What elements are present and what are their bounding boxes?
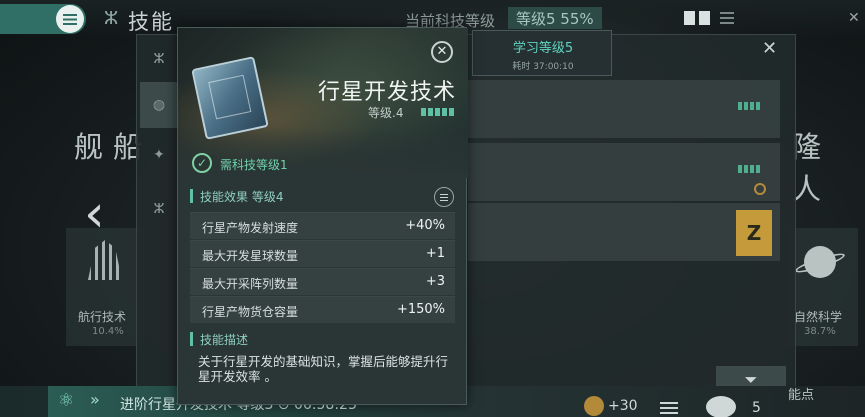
- atom-icon: ⚛: [58, 390, 75, 411]
- category-card-natural-science[interactable]: 自然科学 38.7%: [788, 228, 858, 346]
- list-menu-icon[interactable]: [434, 187, 454, 207]
- effect-row: 最大开采阵列数量 +3: [190, 268, 455, 295]
- effect-value: +3: [425, 274, 445, 289]
- resource-icon: [706, 396, 736, 417]
- close-icon[interactable]: ✕: [431, 41, 453, 63]
- category-card-percent: 38.7%: [804, 326, 836, 337]
- category-card-percent: 10.4%: [92, 326, 124, 337]
- skill-level: 等级.4: [368, 106, 404, 120]
- level-bars: [738, 102, 762, 110]
- effect-value: +1: [425, 246, 445, 261]
- tab-planet-icon[interactable]: ◍: [140, 82, 178, 128]
- effects-title: 技能效果 等级4: [200, 190, 284, 204]
- page-title: 技能: [128, 10, 174, 34]
- skill-row[interactable]: [468, 80, 780, 138]
- skill-row[interactable]: [468, 203, 780, 261]
- learn-level-box[interactable]: 学习等级5 耗时 37:00:10: [472, 30, 612, 76]
- check-icon: ✓: [192, 153, 212, 173]
- skill-detail-popup: ✕ 行星开发技术 等级.4 ✓ 需科技等级1 技能效果 等级4 行星产物发射速度…: [177, 27, 468, 405]
- effect-row: 行星产物货仓容量 +150%: [190, 296, 455, 323]
- double-chevron-icon: »: [90, 390, 100, 409]
- skill-title: 行星开发技术: [317, 80, 456, 105]
- effect-value: +40%: [405, 218, 445, 233]
- effect-row: 行星产物发射速度 +40%: [190, 212, 455, 239]
- menu-button[interactable]: [0, 4, 86, 34]
- category-card-name: 航行技术: [78, 310, 127, 324]
- effect-label: 行星产物发射速度: [202, 221, 299, 235]
- category-card-name: 自然科学: [794, 310, 843, 324]
- learn-level-time: 耗时 37:00:10: [512, 62, 574, 72]
- coin-icon: [584, 396, 604, 416]
- points-label: 能点: [788, 388, 815, 403]
- requirement-text: 需科技等级1: [220, 158, 288, 172]
- effect-value: +150%: [396, 302, 445, 317]
- sleep-badge-icon: Z: [736, 210, 772, 256]
- section-marker: [190, 189, 193, 203]
- tech-level-value: 等级5 55%: [508, 7, 602, 29]
- category-heading-right: 隆人: [792, 130, 832, 206]
- effect-label: 最大开采阵列数量: [202, 277, 299, 291]
- effect-label: 最大开发星球数量: [202, 249, 299, 263]
- menu-icon: [56, 5, 84, 33]
- level-bars: [738, 165, 762, 173]
- panel-close-icon[interactable]: ✕: [762, 38, 777, 59]
- tab-satellite-icon[interactable]: ✦: [140, 132, 178, 178]
- grid-view-icon[interactable]: [684, 11, 710, 25]
- tab-dna-icon-2[interactable]: ⵣ: [140, 186, 178, 232]
- close-icon[interactable]: ✕: [848, 10, 860, 26]
- ship-icon: [88, 240, 122, 280]
- skill-description: 关于行星开发的基础知识，掌握后能够提升行星开发效率 。: [198, 354, 449, 384]
- description-title: 技能描述: [200, 333, 249, 347]
- resource-count: 5: [752, 400, 761, 416]
- list-menu-icon[interactable]: [660, 402, 678, 414]
- category-card-navigation[interactable]: 航行技术 10.4%: [66, 228, 144, 346]
- lock-icon: [754, 183, 766, 195]
- coin-value: +30: [608, 398, 638, 414]
- effect-label: 行星产物货仓容量: [202, 305, 299, 319]
- tab-dna-icon[interactable]: ⵣ: [140, 36, 178, 82]
- section-marker: [190, 332, 193, 346]
- list-view-icon[interactable]: [720, 12, 734, 24]
- effect-row: 最大开发星球数量 +1: [190, 240, 455, 267]
- level-pips: [421, 108, 455, 116]
- dna-icon: ⵣ: [104, 8, 119, 29]
- learn-level-title: 学习等级5: [512, 41, 574, 56]
- skill-row[interactable]: [468, 143, 780, 201]
